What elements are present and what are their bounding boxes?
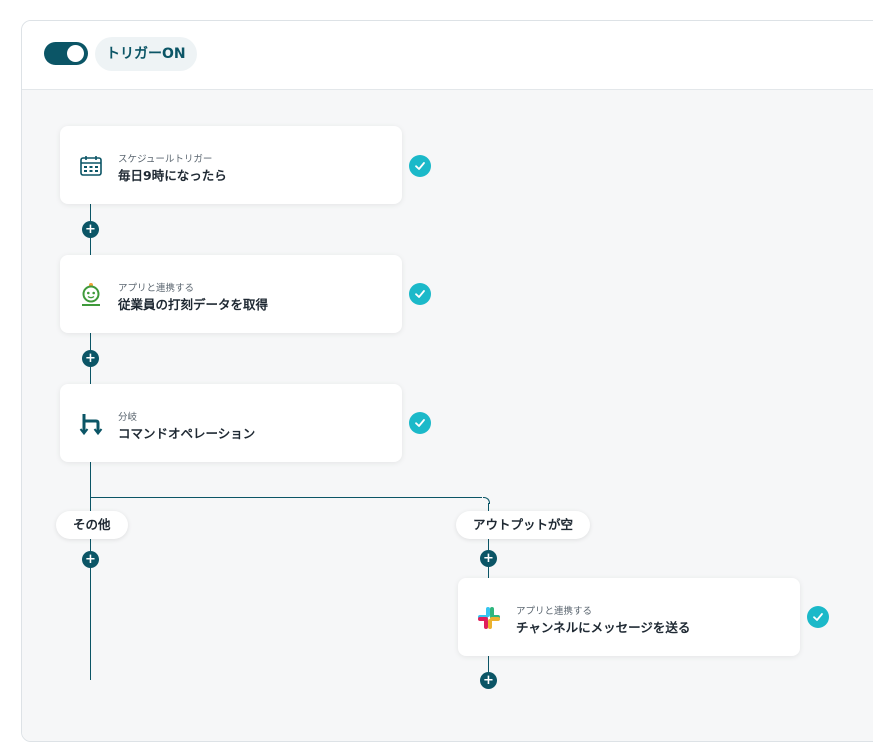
step-title: 毎日9時になったら <box>118 168 227 183</box>
completed-check-icon <box>807 606 829 628</box>
branch-connector-line <box>90 497 482 498</box>
toggle-knob <box>67 45 84 62</box>
flow-editor-panel: トリガーON スケジュールトリガー 毎日9時になったら + アプリと連携する 従… <box>21 20 873 742</box>
trigger-status-label: トリガーON <box>95 37 197 71</box>
calendar-icon <box>78 153 104 179</box>
add-step-button[interactable]: + <box>82 350 99 367</box>
completed-check-icon <box>409 283 431 305</box>
step-title: 従業員の打刻データを取得 <box>118 297 269 312</box>
step-title: チャンネルにメッセージを送る <box>516 620 691 635</box>
branch-label-other[interactable]: その他 <box>56 511 128 539</box>
step-card-schedule-trigger[interactable]: スケジュールトリガー 毎日9時になったら <box>60 126 402 204</box>
step-type-label: スケジュールトリガー <box>118 154 213 165</box>
step-type-label: アプリと連携する <box>118 283 195 294</box>
add-step-button[interactable]: + <box>82 551 99 568</box>
add-step-button[interactable]: + <box>480 672 497 689</box>
add-step-button[interactable]: + <box>82 221 99 238</box>
step-type-label: 分岐 <box>118 412 138 423</box>
step-card-slack-send-message[interactable]: アプリと連携する チャンネルにメッセージを送る <box>458 578 800 656</box>
slack-icon <box>476 605 502 631</box>
flow-header: トリガーON <box>22 21 873 90</box>
flow-canvas: スケジュールトリガー 毎日9時になったら + アプリと連携する 従業員の打刻デー… <box>22 90 873 741</box>
step-card-branch[interactable]: 分岐 コマンドオペレーション <box>60 384 402 462</box>
step-card-get-timecard-data[interactable]: アプリと連携する 従業員の打刻データを取得 <box>60 255 402 333</box>
completed-check-icon <box>409 412 431 434</box>
completed-check-icon <box>409 155 431 177</box>
add-step-button[interactable]: + <box>480 550 497 567</box>
branch-icon <box>78 411 104 437</box>
step-title: コマンドオペレーション <box>118 426 256 441</box>
step-type-label: アプリと連携する <box>516 606 593 617</box>
freee-hr-app-icon <box>78 282 104 308</box>
trigger-toggle[interactable] <box>44 42 88 65</box>
branch-label-output-empty[interactable]: アウトプットが空 <box>456 511 591 539</box>
connector-line <box>90 462 91 680</box>
